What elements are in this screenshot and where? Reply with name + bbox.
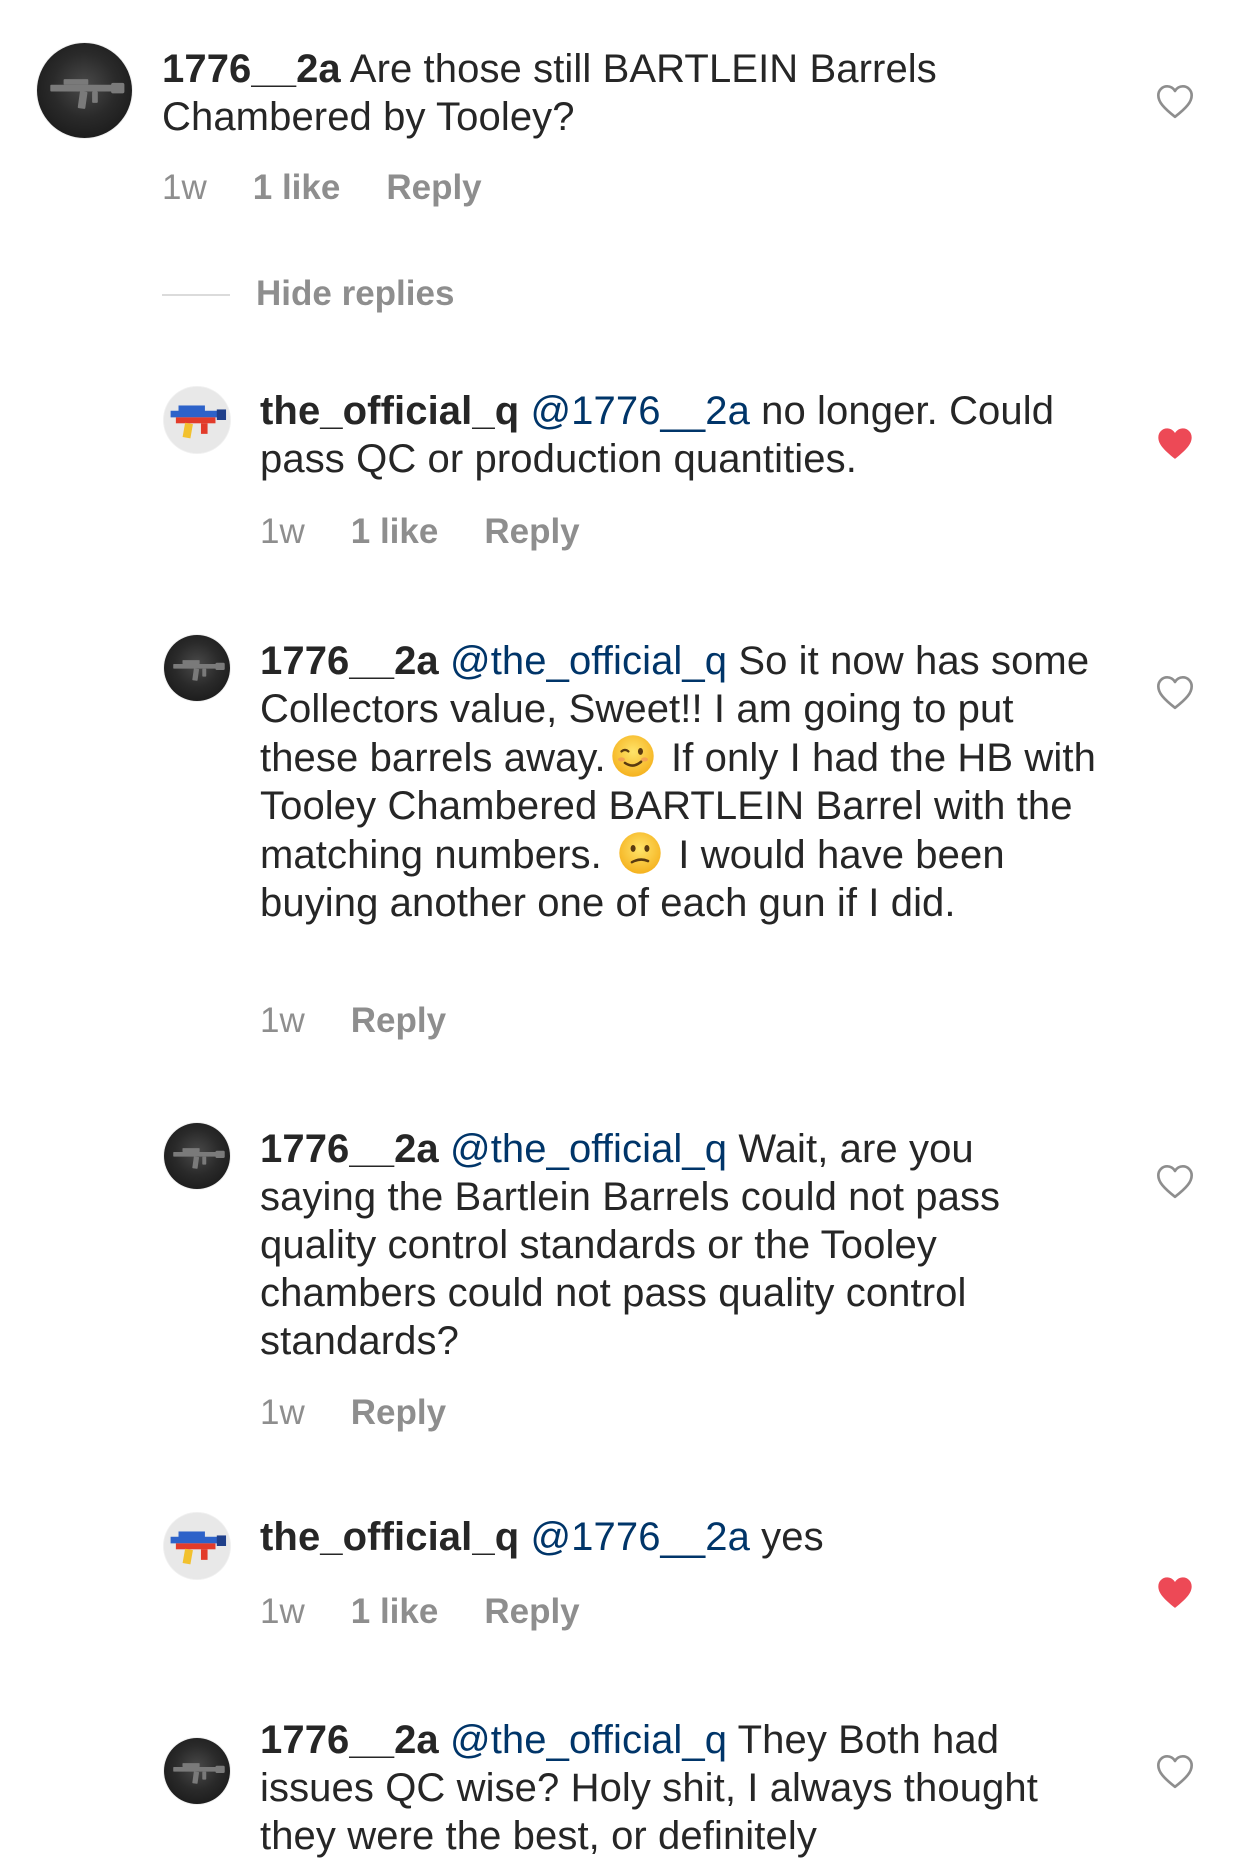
comment-likes[interactable]: 1 like [351,1592,439,1631]
comment-mention[interactable]: @1776__2a [530,389,749,433]
comment-username[interactable]: 1776__2a [260,1127,439,1171]
comment-time: 1w [260,1393,305,1432]
comment-body: 1776__2a @the_official_q Wait, are you s… [260,1125,1100,1365]
comment-meta: 1w 1 like Reply [260,512,626,552]
avatar[interactable] [164,1513,230,1579]
rifle-avatar-image [173,1148,225,1169]
reply-button[interactable]: Reply [351,1393,446,1432]
comment-likes[interactable]: 1 like [351,512,439,551]
hide-replies-line [162,294,230,296]
comment-time: 1w [162,168,207,207]
comment-mention[interactable]: @the_official_q [450,1127,727,1171]
reply-button[interactable]: Reply [484,1592,579,1631]
avatar[interactable] [37,43,132,138]
comment-time: 1w [260,512,305,551]
rifle-avatar-image [173,1763,225,1784]
hide-replies-label[interactable]: Hide replies [256,272,454,316]
avatar[interactable] [164,1123,230,1189]
comment-username[interactable]: 1776__2a [260,639,439,683]
comment-meta: 1w 1 like Reply [162,168,528,208]
heart-filled-icon[interactable] [1155,424,1195,462]
rifle-avatar-image [173,660,225,681]
heart-filled-icon[interactable] [1155,1573,1195,1611]
comment-username[interactable]: the_official_q [260,1515,519,1559]
comment-body: 1776__2a Are those still BARTLEIN Barrel… [162,45,992,141]
avatar[interactable] [164,635,230,701]
comment-mention[interactable]: @the_official_q [450,1718,727,1762]
comment-username[interactable]: 1776__2a [260,1718,439,1762]
comment-text: yes [749,1515,824,1559]
confused-face-emoji [617,830,663,876]
comment-body: the_official_q @1776__2a no longer. Coul… [260,387,1100,483]
reply-button[interactable]: Reply [386,168,481,207]
rifle-avatar-image [50,79,125,109]
heart-outline-icon[interactable] [1155,82,1195,120]
heart-outline-icon[interactable] [1155,1752,1195,1790]
comment-body: 1776__2a @the_official_q They Both had i… [260,1716,1100,1860]
flag-rifle-avatar-image [164,387,230,453]
comment-meta: 1w Reply [260,1001,492,1041]
comment-time: 1w [260,1592,305,1631]
comment-username[interactable]: the_official_q [260,389,519,433]
avatar[interactable] [164,1738,230,1804]
comment-mention[interactable]: @1776__2a [530,1515,749,1559]
comment-mention[interactable]: @the_official_q [450,639,727,683]
comment-likes[interactable]: 1 like [253,168,341,207]
comment-time: 1w [260,1001,305,1040]
flag-rifle-avatar-image [164,1513,230,1579]
comment-body: 1776__2a @the_official_q So it now has s… [260,637,1100,927]
reply-button[interactable]: Reply [484,512,579,551]
comment-meta: 1w Reply [260,1393,492,1433]
heart-outline-icon[interactable] [1155,673,1195,711]
winking-face-emoji [610,733,656,779]
heart-outline-icon[interactable] [1155,1162,1195,1200]
avatar[interactable] [164,387,230,453]
comment-username[interactable]: 1776__2a [162,47,341,91]
comment-body: the_official_q @1776__2a yes [260,1513,1100,1561]
reply-button[interactable]: Reply [351,1001,446,1040]
comment-meta: 1w 1 like Reply [260,1592,626,1632]
